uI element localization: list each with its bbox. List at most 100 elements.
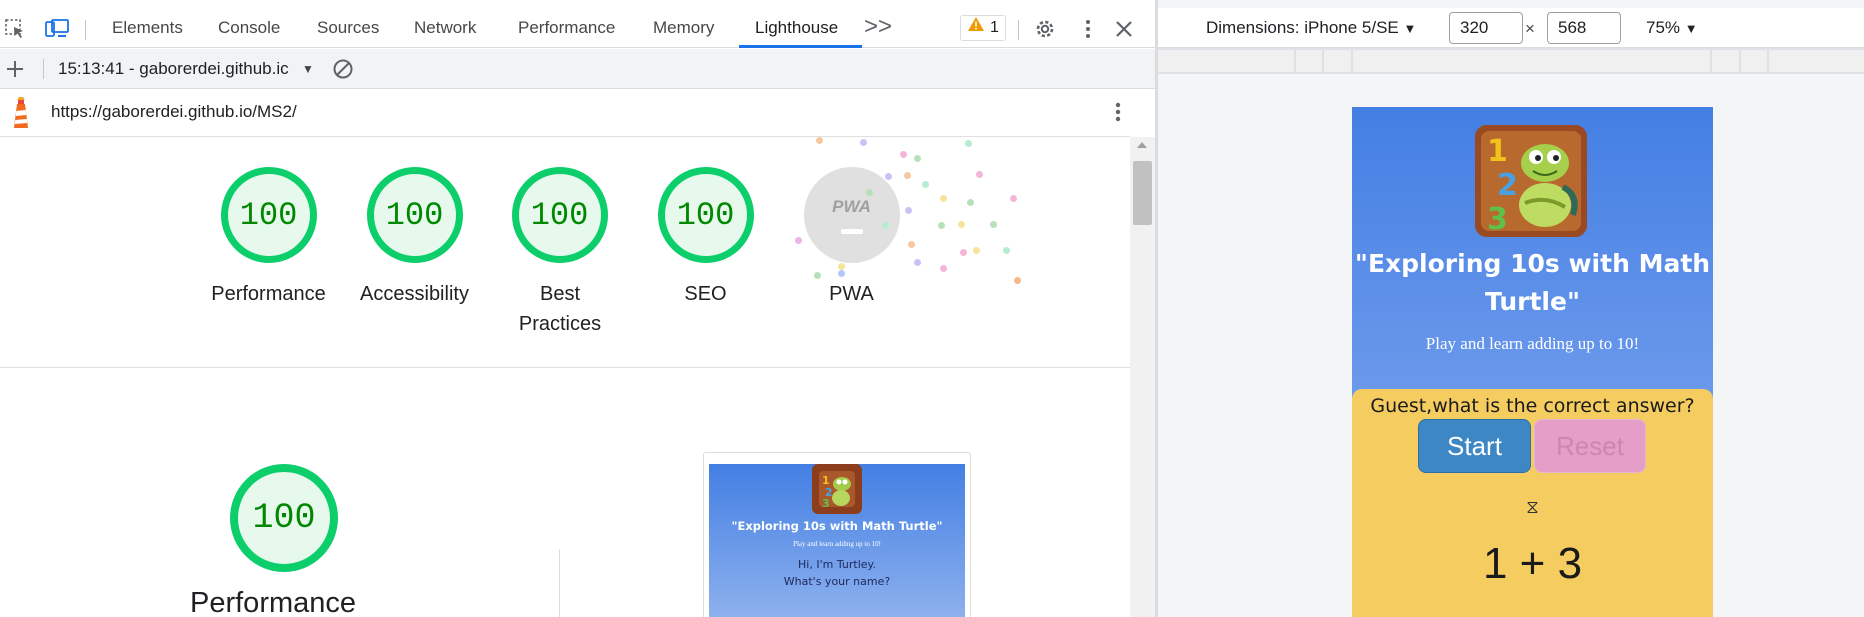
confetti-dot bbox=[860, 139, 867, 146]
confetti-dot bbox=[973, 247, 980, 254]
category-label: Performance bbox=[211, 283, 326, 305]
category-performance[interactable]: 100 Performance bbox=[196, 167, 341, 309]
tab-performance[interactable]: Performance bbox=[518, 8, 615, 48]
report-url[interactable]: https://gaborerdei.github.io/MS2/ bbox=[51, 89, 297, 135]
device-width-input[interactable]: 320 bbox=[1449, 12, 1523, 44]
lighthouse-logo-icon bbox=[9, 97, 33, 129]
final-screenshot-thumbnail[interactable]: 123 "Exploring 10s with Math Turtle" Pla… bbox=[703, 452, 971, 617]
ruler-segment[interactable] bbox=[1296, 50, 1322, 72]
confetti-dot bbox=[958, 221, 965, 228]
scroll-up-arrow-icon[interactable] bbox=[1137, 142, 1147, 148]
thumbnail-tagline: Play and learn adding up to 10! bbox=[793, 540, 881, 548]
toolbar-separator bbox=[85, 20, 86, 40]
confetti-dot bbox=[967, 199, 974, 206]
device-emulation-pane: Dimensions: iPhone 5/SE ▼ 320 × 568 75% … bbox=[1158, 0, 1864, 617]
confetti-dot bbox=[900, 151, 907, 158]
app-title: "Exploring 10s with Math Turtle" bbox=[1354, 249, 1711, 316]
confetti-dot bbox=[1014, 277, 1021, 284]
game-panel: Guest,what is the correct answer? Start … bbox=[1352, 389, 1713, 617]
dropdown-arrow-icon[interactable]: ▼ bbox=[302, 49, 314, 89]
confetti-dot bbox=[838, 263, 845, 270]
confetti-dot bbox=[866, 189, 873, 196]
ruler-segment[interactable] bbox=[1769, 50, 1864, 72]
turtle-logo-icon: 123 bbox=[812, 464, 862, 514]
confetti-dot bbox=[904, 172, 911, 179]
toolbar-separator bbox=[1018, 20, 1019, 40]
confetti-dot bbox=[908, 241, 915, 248]
thumbnail-page: 123 "Exploring 10s with Math Turtle" Pla… bbox=[709, 464, 965, 617]
clear-block-icon[interactable] bbox=[332, 58, 354, 80]
math-equation: 1 + 3 bbox=[1482, 539, 1583, 588]
emulated-page: 1 2 3 "Exploring 10s with Math Turtle" P… bbox=[1352, 107, 1713, 617]
tab-sources[interactable]: Sources bbox=[317, 8, 379, 48]
category-seo[interactable]: 100 SEO bbox=[633, 167, 778, 309]
warning-count: 1 bbox=[990, 19, 999, 36]
confetti-dot bbox=[914, 259, 921, 266]
kebab-menu-icon[interactable] bbox=[1077, 18, 1099, 40]
confetti-dot bbox=[940, 265, 947, 272]
svg-text:3: 3 bbox=[1487, 202, 1508, 237]
plus-icon[interactable] bbox=[4, 58, 26, 80]
tab-memory[interactable]: Memory bbox=[653, 8, 714, 48]
ruler-segment[interactable] bbox=[1353, 50, 1710, 72]
more-tabs-button[interactable]: >> bbox=[864, 8, 892, 48]
device-height-input[interactable]: 568 bbox=[1547, 12, 1621, 44]
greeting-line: What's your name? bbox=[783, 575, 891, 588]
svg-text:1: 1 bbox=[1487, 134, 1508, 169]
zoom-select[interactable]: 75% ▼ bbox=[1646, 8, 1698, 49]
hourglass-icon: ⧖ bbox=[1526, 497, 1539, 517]
confetti-dot bbox=[882, 222, 889, 229]
confetti-dot bbox=[814, 272, 821, 279]
tab-lighthouse[interactable]: Lighthouse bbox=[755, 8, 838, 48]
score-gauge: 100 bbox=[657, 167, 754, 263]
confetti-dot bbox=[885, 173, 892, 180]
close-icon[interactable] bbox=[1113, 18, 1135, 40]
pwa-badge-icon: PWA bbox=[803, 167, 900, 263]
scrollbar-thumb[interactable] bbox=[1133, 161, 1152, 225]
ruler-segment[interactable] bbox=[1741, 50, 1767, 72]
warning-icon bbox=[967, 16, 985, 40]
tab-network[interactable]: Network bbox=[414, 8, 476, 48]
confetti-dot bbox=[914, 155, 921, 162]
confetti-dot bbox=[922, 181, 929, 188]
device-toolbar-icon[interactable] bbox=[45, 18, 69, 40]
svg-text:2: 2 bbox=[1497, 168, 1518, 203]
report-select[interactable]: 15:13:41 - gaborerdei.github.ic bbox=[58, 49, 310, 89]
category-best-practices[interactable]: 100 Best Practices bbox=[487, 167, 632, 339]
media-query-ruler[interactable] bbox=[1158, 48, 1864, 74]
ruler-segment[interactable] bbox=[1324, 50, 1351, 72]
tab-elements[interactable]: Elements bbox=[112, 8, 183, 48]
category-accessibility[interactable]: 100 Accessibility bbox=[342, 167, 487, 309]
dimensions-select[interactable]: Dimensions: iPhone 5/SE ▼ bbox=[1206, 8, 1416, 49]
thumbnail-title: "Exploring 10s with Math Turtle" bbox=[731, 519, 943, 533]
report-scrollbar[interactable] bbox=[1130, 137, 1155, 617]
category-label: PWA bbox=[829, 283, 874, 305]
tab-console[interactable]: Console bbox=[218, 8, 280, 48]
performance-score-gauge: 100 bbox=[230, 464, 338, 572]
confetti-dot bbox=[990, 221, 997, 228]
turtle-logo-icon: 1 2 3 bbox=[1475, 125, 1587, 237]
score-gauge: 100 bbox=[366, 167, 463, 263]
ruler-segment[interactable] bbox=[1158, 50, 1294, 72]
active-tab-indicator bbox=[739, 45, 862, 48]
performance-section-title: Performance bbox=[190, 587, 357, 617]
dimensions-label: Dimensions: iPhone 5/SE bbox=[1206, 18, 1399, 37]
reset-button[interactable]: Reset bbox=[1534, 419, 1646, 473]
confetti-dot bbox=[1010, 195, 1017, 202]
warnings-badge[interactable]: 1 bbox=[960, 15, 1006, 41]
confetti-dot bbox=[1003, 247, 1010, 254]
kebab-menu-icon[interactable] bbox=[1107, 101, 1129, 123]
lighthouse-toolbar: 15:13:41 - gaborerdei.github.ic ▼ bbox=[0, 49, 1155, 89]
start-button[interactable]: Start bbox=[1418, 419, 1531, 473]
inspect-element-icon[interactable] bbox=[4, 18, 26, 40]
score-gauge: 100 bbox=[511, 167, 608, 263]
devtools-panel: Elements Console Sources Network Perform… bbox=[0, 0, 1155, 617]
confetti-dot bbox=[838, 270, 845, 277]
confetti-dot bbox=[816, 137, 823, 144]
ruler-segment[interactable] bbox=[1712, 50, 1739, 72]
settings-gear-icon[interactable] bbox=[1034, 18, 1056, 40]
section-divider bbox=[559, 549, 560, 617]
confetti-dot bbox=[905, 207, 912, 214]
section-divider bbox=[0, 367, 1130, 368]
thumbnail-greeting: Hi, I'm Turtley. What's your name? bbox=[709, 556, 965, 590]
